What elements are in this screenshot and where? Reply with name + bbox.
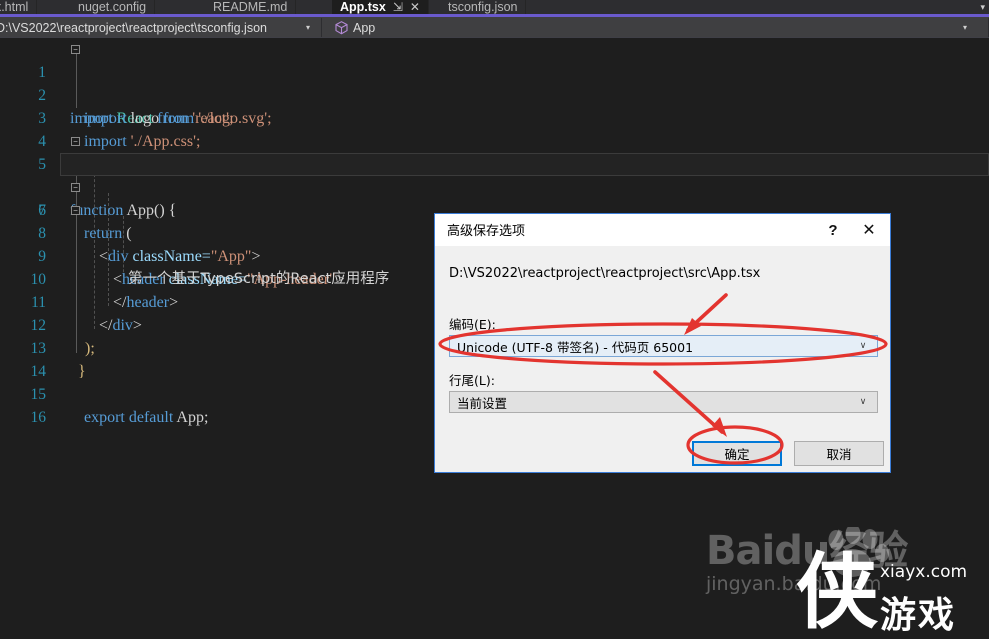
editor-tab-strip: ex.html nuget.config README.md App.tsx ⇲ ✕… [0, 0, 989, 14]
tab-label: App.tsx [340, 0, 386, 14]
code-line-3[interactable]: 3 import './App.css'; [0, 84, 989, 150]
fold-toggle-icon[interactable]: − [71, 206, 80, 215]
tab-label: README.md [213, 0, 288, 14]
encoding-value: Unicode (UTF-8 带签名) - 代码页 65001 [457, 339, 694, 355]
encoding-label: 编码(E): [449, 317, 496, 332]
advanced-save-options-dialog: 高级保存选项 ? ✕ D:\VS2022\reactproject\reactp… [434, 213, 891, 473]
line-ending-label: 行尾(L): [449, 373, 495, 388]
code-line-7[interactable]: 7 − <div className="App"> [0, 176, 989, 265]
code-line-4[interactable]: 4 [0, 107, 989, 150]
code-line-1[interactable]: 1 − import React from 'react'; [0, 38, 989, 127]
token-keyword: export default [84, 409, 174, 426]
tab-tsconfig-json[interactable]: tsconfig.json [440, 0, 527, 14]
chevron-down-icon[interactable]: ∨ [857, 339, 869, 351]
navbar-symbol[interactable]: App [335, 17, 375, 38]
dialog-title: 高级保存选项 [447, 224, 526, 239]
navbar-symbol-chevron-down-icon[interactable]: ▾ [957, 17, 973, 38]
tab-app-tsx[interactable]: App.tsx ⇲ ✕ [332, 0, 429, 14]
cancel-button[interactable]: 取消 [794, 441, 884, 466]
navbar-file-path[interactable]: D:\VS2022\reactproject\reactproject\tsco… [0, 17, 267, 38]
fold-toggle-icon[interactable]: − [71, 137, 80, 146]
xiayx-watermark-label: 游戏 [880, 595, 957, 636]
tab-readme-md[interactable]: README.md [205, 0, 297, 14]
dialog-file-path: D:\VS2022\reactproject\reactproject\src\… [449, 266, 761, 281]
navbar-divider [321, 18, 322, 37]
chevron-down-icon[interactable]: ∨ [857, 395, 869, 407]
tab-ex-html[interactable]: ex.html [0, 0, 38, 14]
tab-nuget-config[interactable]: nuget.config [70, 0, 156, 14]
navbar-symbol-label: App [353, 20, 376, 35]
tab-label: nuget.config [78, 0, 147, 14]
close-icon[interactable]: ✕ [854, 214, 884, 246]
dialog-titlebar: 高级保存选项 ? ✕ [435, 214, 890, 246]
pin-icon[interactable]: ⇲ [393, 0, 403, 14]
encoding-combobox[interactable]: Unicode (UTF-8 带签名) - 代码页 65001 ∨ [449, 335, 878, 357]
navbar-file-chevron-down-icon[interactable]: ▾ [300, 17, 316, 38]
line-ending-combobox[interactable]: 当前设置 ∨ [449, 391, 878, 413]
tab-label: tsconfig.json [448, 0, 518, 14]
code-line-5[interactable]: 5 − function App() { [0, 130, 989, 219]
visual-studio-window: ex.html nuget.config README.md App.tsx ⇲ ✕… [0, 0, 989, 639]
current-line-highlight [60, 153, 989, 176]
xiayx-watermark-glyph: 侠 [796, 545, 879, 639]
cube-icon [335, 20, 348, 35]
fold-toggle-icon[interactable]: − [71, 183, 80, 192]
navigation-bar: D:\VS2022\reactproject\reactproject\tsco… [0, 17, 989, 38]
code-line-6[interactable]: 6 return ( [0, 153, 989, 242]
xiayx-watermark-domain: xiayx.com [880, 562, 968, 582]
dialog-body: D:\VS2022\reactproject\reactproject\src\… [435, 246, 890, 472]
tab-overflow-chevron-down-icon[interactable]: ▾ [980, 0, 985, 14]
navbar-file-path-label: D:\VS2022\reactproject\reactproject\tsco… [0, 20, 267, 35]
help-icon[interactable]: ? [818, 214, 848, 246]
tab-label: ex.html [0, 0, 29, 14]
close-icon[interactable]: ✕ [410, 0, 420, 14]
line-ending-value: 当前设置 [457, 395, 508, 411]
code-line-2[interactable]: 2 import logo from './logo.svg'; [0, 61, 989, 127]
fold-toggle-icon[interactable]: − [71, 45, 80, 54]
ok-button[interactable]: 确定 [692, 441, 782, 466]
line-number: 16 [30, 409, 47, 426]
token-identifier: App; [176, 409, 209, 426]
